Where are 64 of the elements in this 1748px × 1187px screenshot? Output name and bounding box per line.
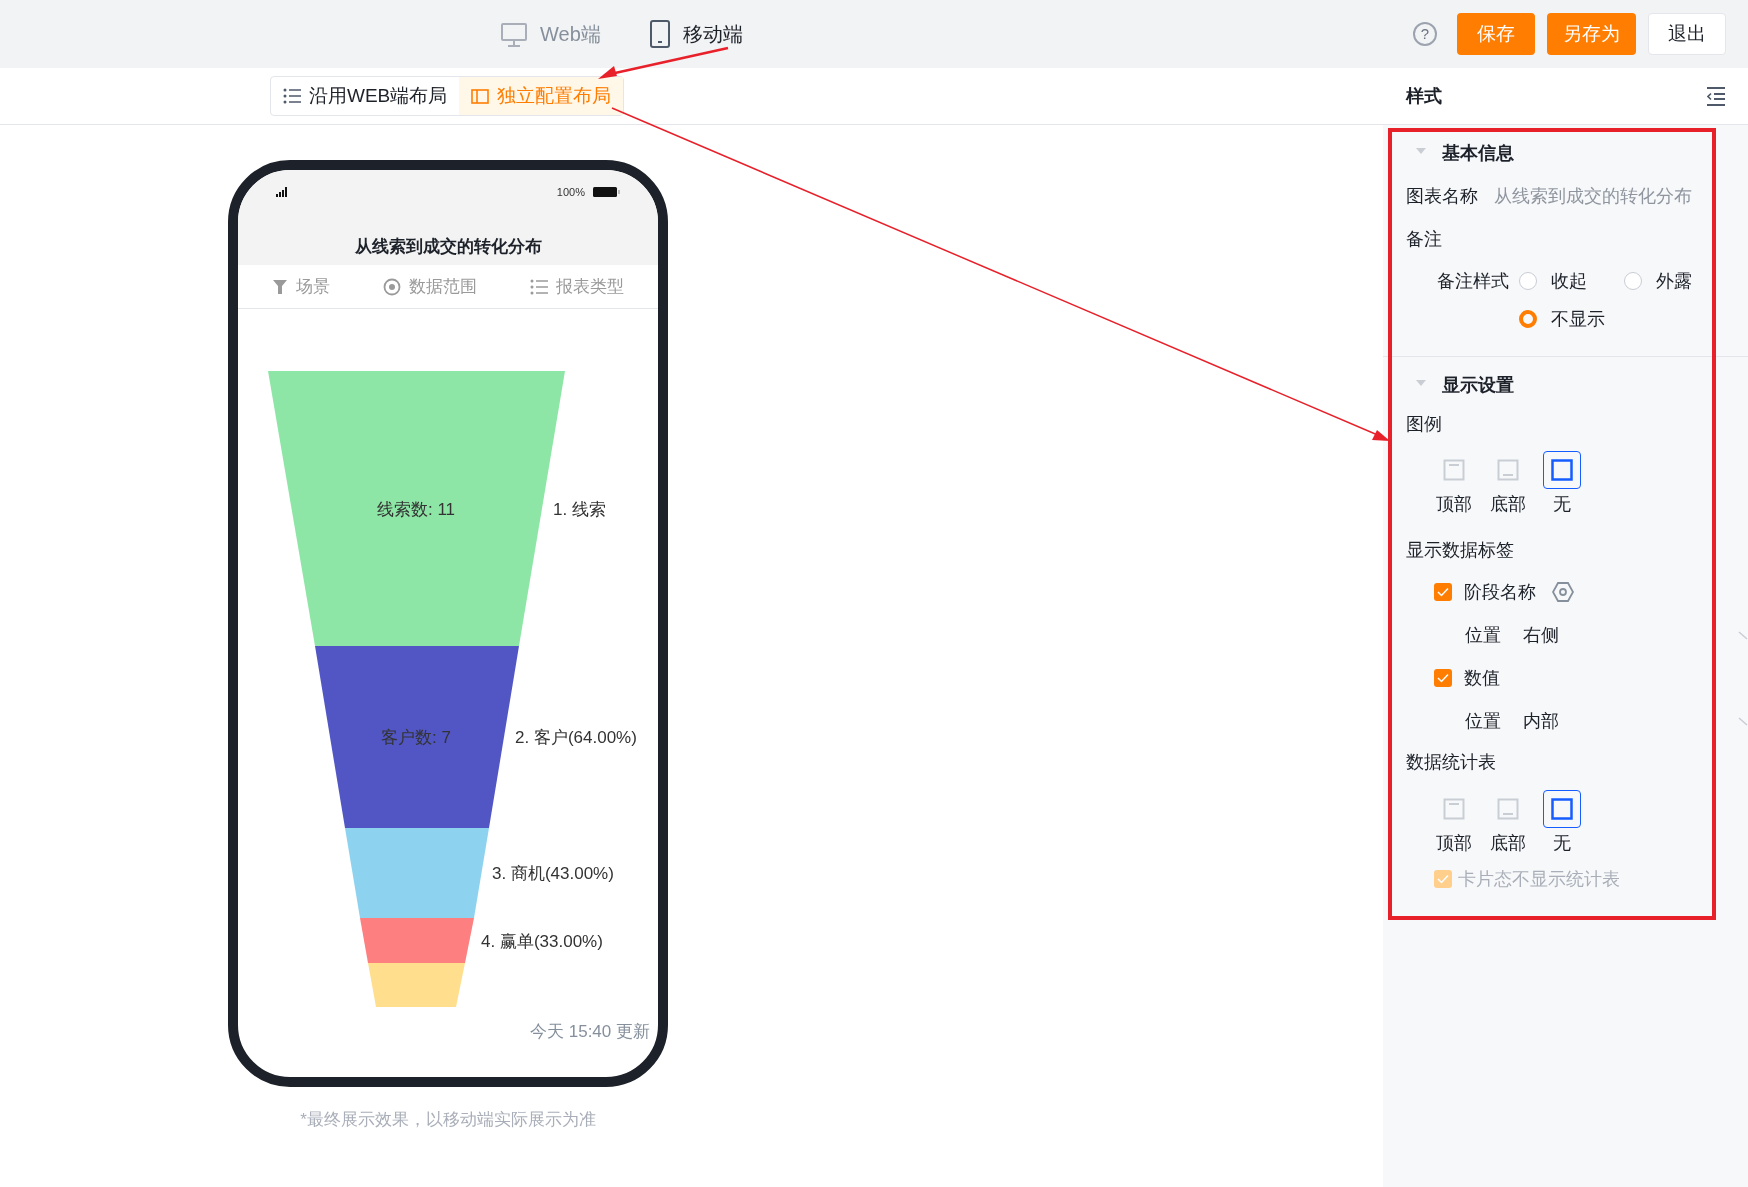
update-time: 今天 15:40 更新 [529,1021,651,1043]
collapse-panel-icon[interactable] [1707,86,1725,106]
battery-icon [593,187,620,198]
position-select[interactable]: 右侧 [1523,621,1748,649]
checkbox[interactable] [1434,669,1452,687]
stage-label: 2. 客户(64.00%) [515,728,637,747]
layout-tab[interactable]: 沿用WEB端布局 [271,77,460,115]
chart-title: 从线索到成交的转化分布 [353,235,543,258]
value-label: 客户数: 7 [381,728,451,747]
check-icon [1437,673,1449,683]
field-label: 备注样式 [1437,270,1509,293]
preview-note: *最终展示效果，以移动端实际展示为准 [299,1109,597,1131]
radio-button[interactable] [1519,272,1537,290]
radio-button[interactable] [1519,310,1537,328]
toolbar-button[interactable]: 退出 [1648,13,1726,55]
checkbox-option[interactable]: 数值 [1434,664,1500,692]
monitor-icon [500,21,528,47]
chevron-icon [1738,716,1748,726]
top-layout-icon [1443,459,1465,481]
settings-icon[interactable] [1552,582,1574,602]
field-label: 图表名称 [1406,184,1478,208]
target-icon [383,277,401,296]
funnel-icon [272,278,289,295]
stage-label: 3. 商机(43.00%) [492,864,614,883]
signal-icon [276,187,288,198]
field-label: 显示数据标签 [1406,538,1515,562]
square-icon [1551,798,1573,820]
bottom-layout-icon [1497,459,1519,481]
position-option[interactable]: 顶部 [1434,790,1474,857]
section-title: 显示设置 [1442,373,1514,397]
position-option[interactable]: 顶部 [1434,451,1474,518]
chart-name-input[interactable]: 从线索到成交的转化分布 [1494,182,1725,210]
top-layout-icon [1443,798,1465,820]
field-label: 图例 [1406,412,1443,436]
bottom-layout-icon [1497,798,1519,820]
check-icon [1437,587,1449,597]
field-label: 位置 [1465,623,1502,647]
phone-icon [648,20,671,48]
stage-label: 4. 赢单(33.00%) [481,931,603,951]
field-label: 位置 [1465,709,1502,733]
section-title: 基本信息 [1442,141,1514,165]
value-label: 线索数: 11 [376,499,456,519]
list-icon [529,277,548,296]
field-label: 备注 [1406,227,1443,251]
radio-button[interactable] [1624,272,1642,290]
list-icon [283,87,301,105]
platform-tab[interactable]: 移动端 [648,19,743,49]
chevron-icon [1738,630,1748,640]
radio-option[interactable]: 不显示 [1519,300,1624,338]
layout-icon [471,87,490,105]
radio-option[interactable]: 收起 [1519,262,1624,300]
help-button[interactable]: ? [1413,22,1437,46]
radio-option[interactable]: 外露 [1624,262,1709,300]
position-select[interactable]: 内部 [1523,707,1748,735]
stage-label: 1. 线索 [553,499,606,519]
panel-title: 样式 [1406,84,1442,108]
battery-percent: 100% [556,185,585,200]
position-option[interactable]: 底部 [1488,451,1528,518]
checkbox[interactable] [1434,583,1452,601]
checkbox-option[interactable]: 阶段名称 [1434,578,1536,606]
field-label: 数据统计表 [1406,750,1497,774]
square-icon [1551,459,1573,481]
check-icon [1437,874,1449,884]
position-option[interactable]: 底部 [1488,790,1528,857]
